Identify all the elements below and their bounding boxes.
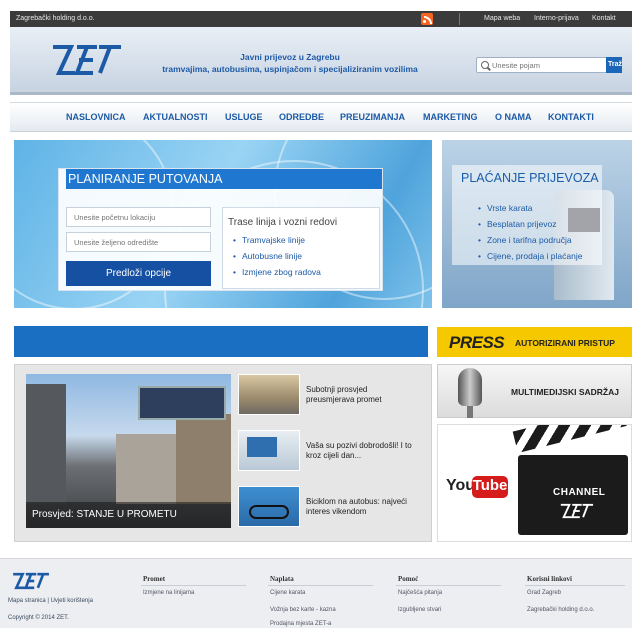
payment-link-free[interactable]: Besplatan prijevoz [478, 219, 557, 229]
search-box [476, 57, 616, 73]
nav-naslovnica[interactable]: NASLOVNICA [66, 112, 126, 122]
payment-link-zones[interactable]: Zone i tarifna područja [478, 235, 572, 245]
footer-divider [396, 585, 501, 586]
route-link-tram[interactable]: Tramvajske linije [233, 235, 305, 245]
channel-label: CHANNEL [553, 487, 606, 498]
building-shape [116, 434, 176, 504]
bicycle-shape [249, 505, 289, 519]
press-access-banner[interactable]: PRESS AUTORIZIRANI PRISTUP [437, 327, 632, 357]
start-location-input[interactable] [66, 207, 211, 227]
news-thumb-1[interactable] [238, 374, 300, 415]
main-news-caption: Prosvjed: STANJE U PROMETU [26, 502, 231, 528]
route-link-changes[interactable]: Izmjene zbog radova [233, 267, 321, 277]
payment-link-tickets[interactable]: Vrste karata [478, 203, 532, 213]
routes-title: Trase linija i vozni redovi [228, 217, 338, 228]
building-shape [26, 384, 66, 504]
search-icon [481, 61, 489, 69]
building-shape [176, 414, 231, 504]
footer-link[interactable]: Zagrebački holding d.o.o. [527, 607, 594, 613]
screen-shape [247, 437, 277, 457]
news-link-2[interactable]: Vaša su pozivi dobrodošli! I to kroz cij… [306, 441, 416, 461]
tagline: Javni prijevoz u Zagrebu tramvajima, aut… [140, 51, 440, 75]
contact-link[interactable]: Kontakt [592, 15, 616, 22]
multimedia-banner[interactable]: MULTIMEDIJSKI SADRŽAJ [437, 364, 632, 418]
search-button[interactable]: Traži [606, 57, 622, 73]
youtube-you-text: You [446, 477, 476, 494]
site-header: Javni prijevoz u Zagrebu tramvajima, aut… [10, 27, 632, 95]
news-link-3[interactable]: Biciklom na autobus: najveći interes vik… [306, 497, 416, 517]
footer-divider [525, 585, 625, 586]
nav-odredbe[interactable]: ODREDBE [279, 112, 324, 122]
search-input[interactable] [492, 59, 612, 71]
footer-zet-logo[interactable] [8, 571, 52, 591]
payment-link-prices[interactable]: Cijene, prodaja i plaćanje [478, 251, 582, 261]
youtube-tube-text: Tube [472, 476, 508, 498]
footer-link[interactable]: Grad Zagreb [527, 590, 561, 596]
footer-col-naplata-title: Naplata [270, 575, 294, 583]
news-thumb-3[interactable] [238, 486, 300, 527]
divider [459, 13, 460, 25]
footer-links[interactable]: Mapa stranica | Uvjeti korištenja [8, 598, 93, 604]
news-thumb-2[interactable] [238, 430, 300, 471]
multimedia-label: MULTIMEDIJSKI SADRŽAJ [511, 387, 619, 397]
planner-title: PLANIRANJE PUTOVANJA [66, 169, 382, 189]
top-bar: Zagrebački holding d.o.o. Mapa weba Inte… [10, 11, 632, 27]
footer-col-links-title: Korisni linkovi [527, 575, 572, 583]
intranet-login-link[interactable]: Interno-prijava [534, 15, 579, 22]
nav-marketing[interactable]: MARKETING [423, 112, 478, 122]
destination-input[interactable] [66, 232, 211, 252]
tagline-line-1: Javni prijevoz u Zagrebu [240, 52, 340, 62]
copyright: Copyright © 2014 ZET. [8, 615, 69, 621]
nav-preuzimanja[interactable]: PREUZIMANJA [340, 112, 405, 122]
footer-link[interactable]: Prodajna mjesta ZET-a [270, 621, 331, 627]
footer-col-promet-title: Promet [143, 575, 166, 583]
zet-logo-white [560, 503, 594, 519]
main-news-image[interactable]: Prosvjed: STANJE U PROMETU [26, 374, 231, 528]
press-label: PRESS [449, 333, 505, 352]
footer-divider [268, 585, 373, 586]
footer-divider [141, 585, 246, 586]
footer-link[interactable]: Vožnja bez karte - kazna [270, 607, 336, 613]
rss-icon[interactable] [421, 13, 433, 25]
suggest-options-button[interactable]: Predloži opcije [66, 261, 211, 286]
microphone-icon [458, 368, 482, 418]
company-link[interactable]: Zagrebački holding d.o.o. [16, 15, 95, 22]
news-header-bar [14, 326, 428, 357]
info-display-shape [138, 386, 226, 420]
footer-link[interactable]: Izmjene na linijama [143, 590, 194, 596]
footer-link[interactable]: Izgubljene stvari [398, 607, 441, 613]
sitemap-link[interactable]: Mapa weba [484, 15, 520, 22]
authorized-access-label: AUTORIZIRANI PRISTUP [515, 338, 615, 348]
footer-col-pomoc-title: Pomoć [398, 575, 419, 583]
nav-usluge[interactable]: USLUGE [225, 112, 263, 122]
main-nav: NASLOVNICA AKTUALNOSTI USLUGE ODREDBE PR… [10, 102, 632, 132]
zet-logo[interactable] [47, 41, 123, 79]
footer-link[interactable]: Najčešća pitanja [398, 590, 442, 596]
nav-aktualnosti[interactable]: AKTUALNOSTI [143, 112, 208, 122]
route-link-bus[interactable]: Autobusne linije [233, 251, 302, 261]
footer-link[interactable]: Cijene karata [270, 590, 305, 596]
clapperboard-icon: CHANNEL [518, 455, 628, 535]
nav-o-nama[interactable]: O NAMA [495, 112, 532, 122]
youtube-channel-banner[interactable]: You Tube CHANNEL [437, 424, 632, 542]
nav-kontakti[interactable]: KONTAKTI [548, 112, 594, 122]
payment-title: PLAĆANJE PRIJEVOZA [461, 171, 599, 185]
clapperboard-top-shape [512, 425, 627, 453]
news-link-1[interactable]: Subotnji prosvjed preusmjerava promet [306, 385, 416, 405]
tagline-line-2: tramvajima, autobusima, uspinjačom i spe… [162, 64, 418, 74]
